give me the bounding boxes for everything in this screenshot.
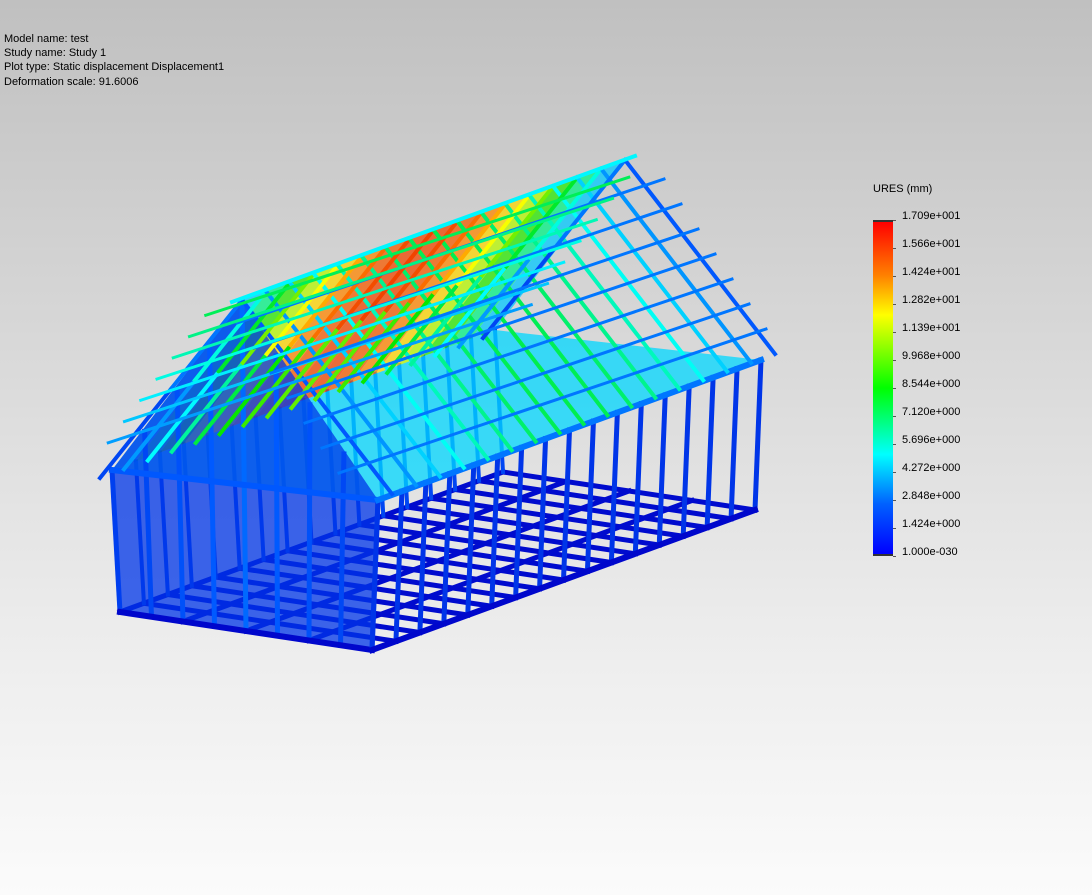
legend-label: 1.000e-030 [902, 546, 958, 558]
front-wall-stud [306, 402, 313, 644]
legend-label: 5.696e+000 [902, 434, 961, 446]
legend-label: 9.968e+000 [902, 350, 961, 362]
legend-label: 7.120e+000 [902, 406, 961, 418]
legend-label: 1.709e+001 [902, 210, 961, 222]
legend-tick [893, 500, 896, 501]
legend-label: 2.848e+000 [902, 490, 961, 502]
legend-color-bar [873, 220, 893, 556]
legend-tick [893, 416, 896, 417]
legend-tick [893, 360, 896, 361]
legend-tick [893, 248, 896, 249]
displacement-model-view[interactable] [0, 0, 1092, 895]
legend-label: 1.139e+001 [902, 322, 961, 334]
rafter [622, 157, 778, 357]
front-wall-stud [337, 451, 347, 648]
legend-tick [893, 388, 896, 389]
legend-tick [893, 556, 896, 557]
legend-label: 1.282e+001 [902, 294, 961, 306]
legend-tick [893, 528, 896, 529]
front-wall-stud [273, 353, 281, 639]
legend-label: 1.566e+001 [902, 238, 961, 250]
wall-stud [728, 366, 740, 522]
legend-label: 8.544e+000 [902, 378, 961, 390]
legend-title: URES (mm) [873, 183, 933, 195]
legend-tick [893, 332, 896, 333]
legend-label: 1.424e+001 [902, 266, 961, 278]
legend-label: 1.424e+000 [902, 518, 961, 530]
legend-tick [893, 444, 896, 445]
legend-tick [893, 276, 896, 277]
legend-tick [893, 304, 896, 305]
legend-tick [893, 472, 896, 473]
legend-label: 4.272e+000 [902, 462, 961, 474]
wall-stud [752, 357, 764, 513]
legend-tick [893, 220, 896, 221]
